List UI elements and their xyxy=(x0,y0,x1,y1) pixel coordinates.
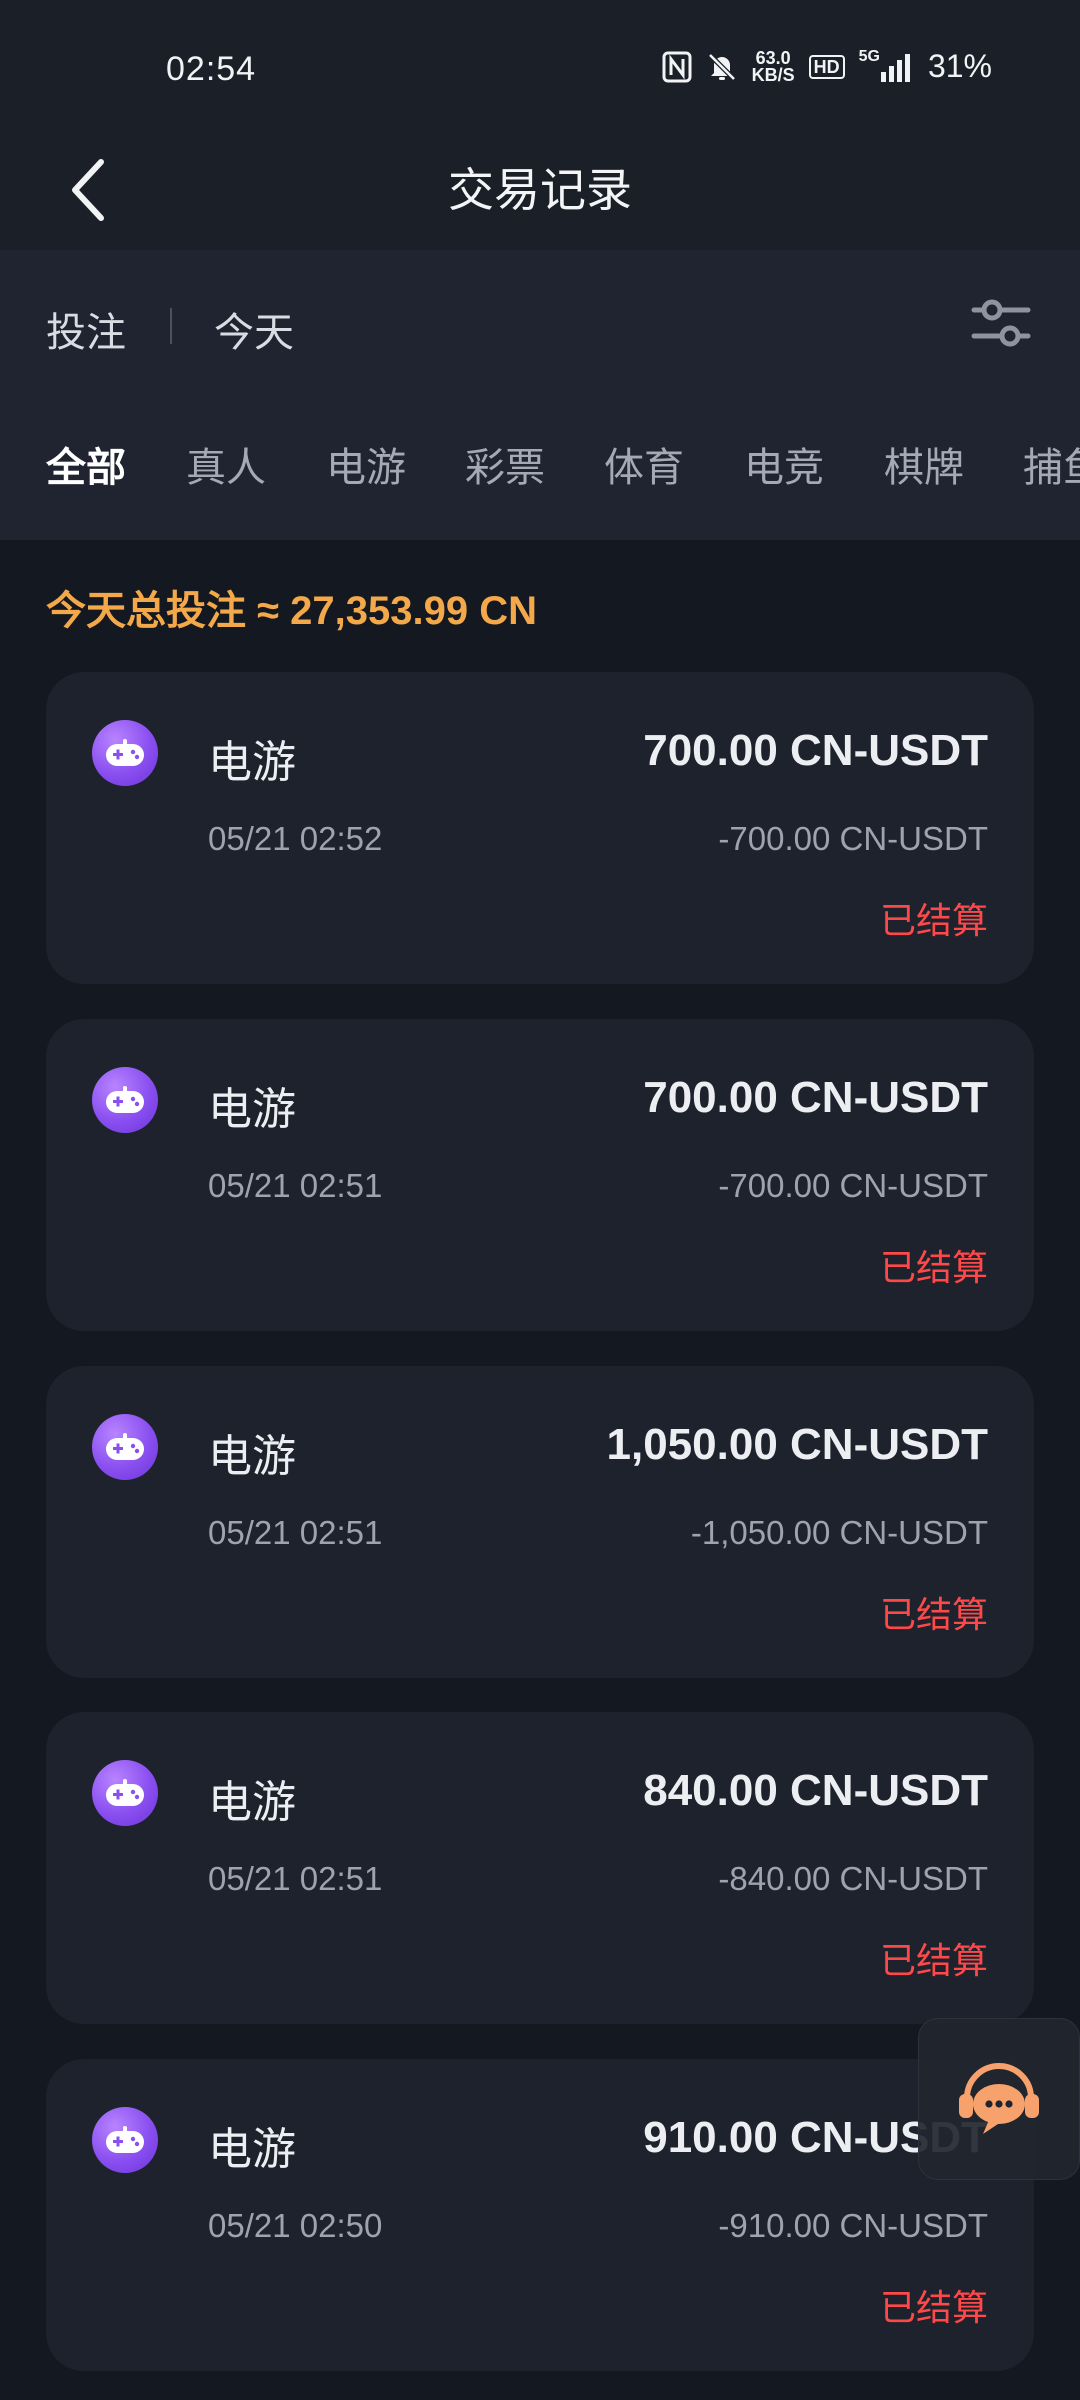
record-card[interactable]: 电游 700.00 CN-USDT 05/21 02:52 -700.00 CN… xyxy=(46,672,1034,984)
battery-level: 31% xyxy=(927,48,992,84)
nfc-icon xyxy=(662,51,692,83)
signal-icon: 5G xyxy=(859,48,914,82)
record-amount: 700.00 CN-USDT xyxy=(643,726,988,775)
record-card[interactable]: 电游 1,050.00 CN-USDT 05/21 02:51 -1,050.0… xyxy=(46,1366,1034,1678)
record-category: 电游 xyxy=(208,1085,296,1134)
network-speed: 63.0 KB/S xyxy=(751,49,795,85)
record-time: 05/21 02:51 xyxy=(208,1860,383,1897)
tab-slots[interactable]: 电游 xyxy=(326,435,406,493)
gamepad-icon xyxy=(92,1414,158,1480)
record-profit: -700.00 CN-USDT xyxy=(718,820,988,857)
record-profit: -910.00 CN-USDT xyxy=(718,2207,988,2244)
record-status: 已结算 xyxy=(879,1247,988,1288)
record-profit: -1,050.00 CN-USDT xyxy=(690,1514,988,1551)
record-category: 电游 xyxy=(208,1432,296,1481)
record-amount: 840.00 CN-USDT xyxy=(643,1766,988,1815)
tab-all[interactable]: 全部 xyxy=(46,435,126,493)
record-amount: 1,050.00 CN-USDT xyxy=(606,1420,988,1469)
record-category: 电游 xyxy=(208,1778,296,1827)
gamepad-icon xyxy=(92,1067,158,1133)
record-time: 05/21 02:50 xyxy=(208,2207,383,2244)
record-profit: -840.00 CN-USDT xyxy=(718,1860,988,1897)
record-card[interactable]: 电游 910.00 CN-USDT 05/21 02:50 -910.00 CN… xyxy=(46,2059,1034,2371)
record-card[interactable]: 电游 700.00 CN-USDT 05/21 02:51 -700.00 CN… xyxy=(46,1019,1034,1331)
record-card[interactable]: 电游 840.00 CN-USDT 05/21 02:51 -840.00 CN… xyxy=(46,1712,1034,2024)
filter-settings-button[interactable] xyxy=(970,292,1032,354)
customer-service-icon xyxy=(959,2063,1039,2134)
record-status: 已结算 xyxy=(879,1594,988,1635)
tab-esports[interactable]: 电竞 xyxy=(744,435,824,493)
filter-type-selector[interactable]: 投注 xyxy=(46,300,126,358)
record-status: 已结算 xyxy=(879,2287,988,2328)
filter-bar: 投注 今天 全部 真人 电游 彩票 体育 电竞 棋牌 捕鱼 xyxy=(0,250,1080,540)
record-category: 电游 xyxy=(208,2125,296,2174)
mute-bell-icon xyxy=(706,51,738,83)
record-time: 05/21 02:51 xyxy=(208,1514,383,1551)
sliders-icon xyxy=(971,299,1031,347)
record-amount: 700.00 CN-USDT xyxy=(643,1073,988,1122)
record-profit: -700.00 CN-USDT xyxy=(718,1167,988,1204)
category-tabs: 全部 真人 电游 彩票 体育 电竞 棋牌 捕鱼 xyxy=(0,435,1080,505)
status-icons: 63.0 KB/S HD 5G 31% xyxy=(662,48,992,85)
record-category: 电游 xyxy=(208,738,296,787)
status-bar: 02:54 63.0 KB/S HD 5G 31% xyxy=(0,0,1080,130)
record-time: 05/21 02:52 xyxy=(208,820,383,857)
tab-sports[interactable]: 体育 xyxy=(604,435,684,493)
tab-fishing[interactable]: 捕鱼 xyxy=(1023,435,1080,493)
filter-date-selector[interactable]: 今天 xyxy=(214,300,294,358)
tab-live[interactable]: 真人 xyxy=(186,435,266,493)
tab-chess[interactable]: 棋牌 xyxy=(884,435,964,493)
gamepad-icon xyxy=(92,1760,158,1826)
customer-service-button[interactable] xyxy=(918,2018,1080,2180)
gamepad-icon xyxy=(92,2107,158,2173)
status-time: 02:54 xyxy=(166,50,257,88)
hd-badge: HD xyxy=(808,54,845,79)
speed-unit: KB/S xyxy=(751,64,795,85)
total-bet-summary: 今天总投注 ≈ 27,353.99 CN xyxy=(46,589,538,633)
record-status: 已结算 xyxy=(879,900,988,941)
filter-divider xyxy=(170,308,172,344)
gamepad-icon xyxy=(92,720,158,786)
network-type: 5G xyxy=(858,47,880,65)
page-title: 交易记录 xyxy=(448,164,632,216)
record-time: 05/21 02:51 xyxy=(208,1167,383,1204)
nav-bar: 交易记录 xyxy=(0,130,1080,250)
tab-lottery[interactable]: 彩票 xyxy=(465,435,545,493)
record-status: 已结算 xyxy=(879,1940,988,1981)
